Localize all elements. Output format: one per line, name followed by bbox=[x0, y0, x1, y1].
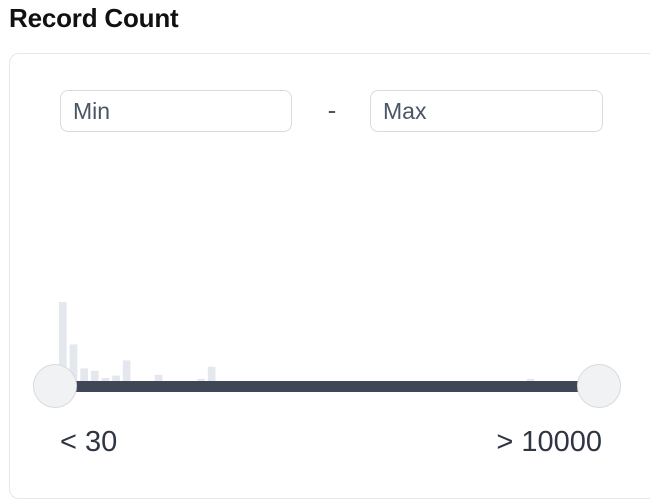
range-separator: - bbox=[327, 95, 337, 125]
range-min-label: < 30 bbox=[60, 426, 118, 458]
max-input[interactable] bbox=[370, 90, 603, 132]
filter-title: Record Count bbox=[9, 3, 179, 33]
range-max-label: > 10000 bbox=[496, 426, 602, 458]
min-input[interactable] bbox=[60, 90, 292, 132]
range-slider-max-handle[interactable] bbox=[577, 364, 621, 408]
range-slider-track[interactable] bbox=[56, 381, 600, 392]
range-slider-min-handle[interactable] bbox=[33, 364, 77, 408]
